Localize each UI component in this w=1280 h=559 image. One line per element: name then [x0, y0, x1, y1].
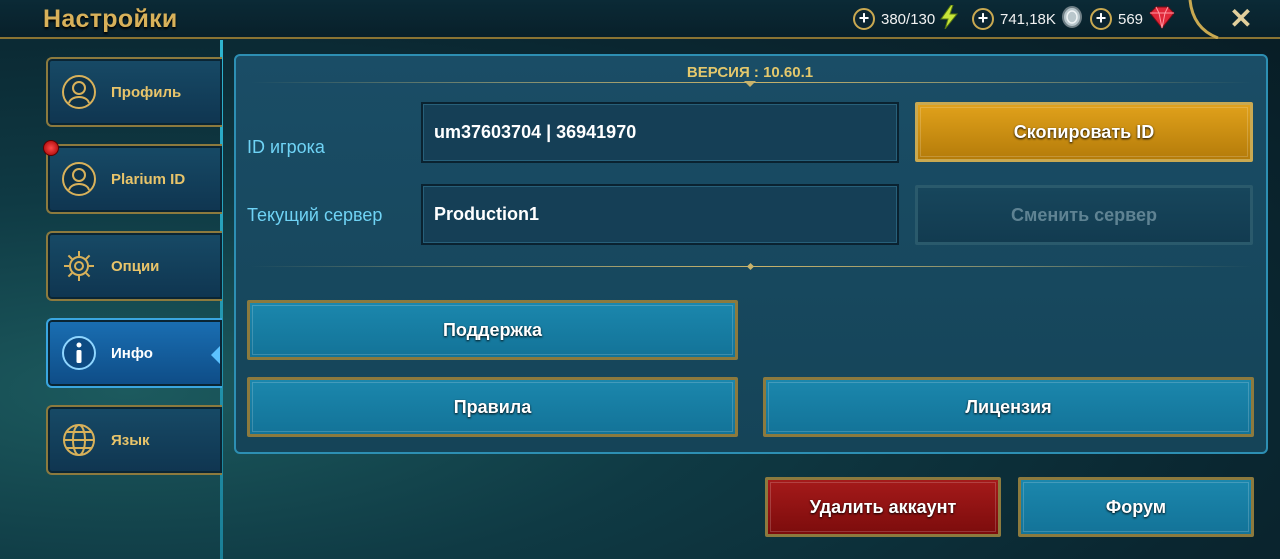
sidebar-item-language[interactable]: Язык — [46, 405, 222, 475]
rules-button-label: Правила — [453, 396, 532, 417]
copy-id-button[interactable]: Скопировать ID — [915, 102, 1253, 162]
silver-resource: + 741,18K — [972, 5, 1084, 34]
change-server-button-label: Сменить сервер — [1011, 204, 1157, 225]
delete-account-button-label: Удалить аккаунт — [809, 496, 957, 517]
current-server-value: Production1 — [434, 204, 540, 224]
plarium-id-icon — [61, 161, 97, 197]
globe-icon — [61, 422, 97, 458]
sidebar-item-label: Язык — [111, 431, 150, 449]
support-button[interactable]: Поддержка — [247, 300, 738, 360]
active-indicator-icon — [211, 346, 220, 364]
gems-resource: + 569 — [1090, 5, 1177, 34]
energy-bolt-icon — [939, 4, 959, 34]
sidebar-item-label: Профиль — [111, 83, 182, 101]
sidebar-item-info[interactable]: Инфо — [46, 318, 222, 388]
divider-ornament-icon — [744, 81, 756, 87]
notification-dot — [43, 140, 59, 156]
current-server-field: Production1 — [421, 184, 899, 245]
add-energy-button[interactable]: + — [853, 8, 875, 30]
sidebar-item-profile[interactable]: Профиль — [46, 57, 222, 127]
add-silver-button[interactable]: + — [972, 8, 994, 30]
copy-id-button-label: Скопировать ID — [1013, 121, 1155, 142]
silver-coin-icon — [1060, 5, 1084, 34]
sidebar-item-options[interactable]: Опции — [46, 231, 222, 301]
sidebar-item-label: Инфо — [111, 344, 153, 362]
info-icon — [61, 335, 97, 371]
sidebar-item-label: Опции — [111, 257, 160, 275]
energy-value: 380/130 — [881, 10, 936, 28]
player-id-value: um37603704 | 36941970 — [434, 122, 637, 142]
change-server-button[interactable]: Сменить сервер — [915, 185, 1253, 245]
gear-icon — [61, 248, 97, 284]
profile-icon — [61, 74, 97, 110]
page-title: Настройки — [43, 5, 178, 33]
forum-button-label: Форум — [1105, 496, 1167, 517]
gem-icon — [1147, 5, 1177, 34]
support-button-label: Поддержка — [442, 319, 543, 340]
license-button-label: Лицензия — [965, 396, 1052, 417]
delete-account-button[interactable]: Удалить аккаунт — [765, 477, 1001, 537]
sidebar-item-label: Plarium ID — [111, 170, 186, 188]
gems-value: 569 — [1118, 10, 1144, 28]
player-id-label: ID игрока — [247, 137, 325, 157]
version-text: ВЕРСИЯ : 10.60.1 — [686, 64, 814, 81]
forum-button[interactable]: Форум — [1018, 477, 1254, 537]
add-gems-button[interactable]: + — [1090, 8, 1112, 30]
license-button[interactable]: Лицензия — [763, 377, 1254, 437]
current-server-label: Текущий сервер — [247, 205, 383, 225]
sidebar-item-plarium-id[interactable]: Plarium ID — [46, 144, 222, 214]
silver-value: 741,18K — [1000, 10, 1056, 28]
energy-resource: + 380/130 — [853, 4, 959, 34]
top-bar: Настройки + 380/130 + 741,18K + 569 ✕ — [0, 0, 1280, 39]
player-id-field: um37603704 | 36941970 — [421, 102, 899, 163]
corner-ornament-icon — [1188, 0, 1219, 39]
close-button[interactable]: ✕ — [1226, 4, 1256, 34]
rules-button[interactable]: Правила — [247, 377, 738, 437]
